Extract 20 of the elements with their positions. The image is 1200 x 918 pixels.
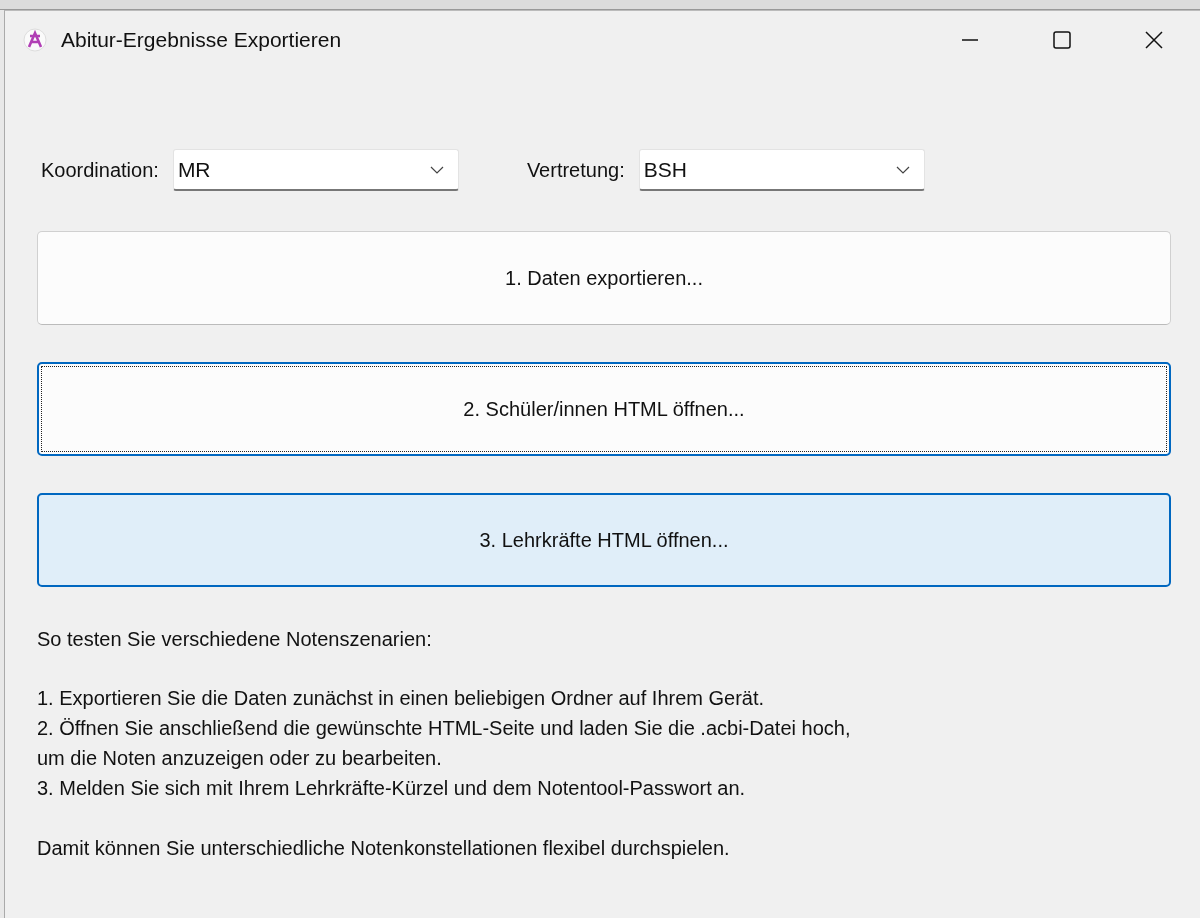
instruction-line: 2. Öffnen Sie anschließend die gewünschte HTML-Seite und laden Sie die .acbi-Datei hoch, [37, 716, 852, 741]
chevron-down-icon [895, 165, 910, 174]
dropdown-field[interactable]: MR [172, 149, 459, 191]
instruction-line: 3. Melden Sie sich mit Ihrem Lehrkräfte-Kürzel und dem Notentool-Passwort an. [37, 776, 747, 801]
window-title: Abitur-Ergebnisse Exportieren [61, 28, 343, 52]
dropdown-field[interactable]: BSH [638, 149, 925, 191]
maximize-icon [1052, 30, 1072, 50]
action-button[interactable]: 2. Schüler/innen HTML öffnen... [37, 362, 1171, 456]
instructions-intro: So testen Sie verschiedene Notenszenarien: [37, 627, 433, 652]
instructions-closing: Damit können Sie unterschiedliche Notenkonstellationen flexibel durchspielen. [37, 836, 731, 861]
instruction-line: 1. Exportieren Sie die Daten zunächst in einen beliebigen Ordner auf Ihrem Gerät. [37, 686, 766, 711]
minimize-icon [962, 39, 978, 41]
field-label: Vertretung: [526, 158, 625, 182]
chevron-down-icon [429, 165, 444, 174]
field-label: Koordination: [41, 158, 159, 182]
instruction-line: um die Noten anzuzeigen oder zu bearbeiten. [37, 746, 443, 771]
action-button[interactable]: 1. Daten exportieren... [37, 231, 1171, 325]
close-icon [1144, 30, 1164, 50]
app-logo-icon [23, 28, 47, 52]
action-button[interactable]: 3. Lehrkräfte HTML öffnen... [37, 493, 1171, 587]
